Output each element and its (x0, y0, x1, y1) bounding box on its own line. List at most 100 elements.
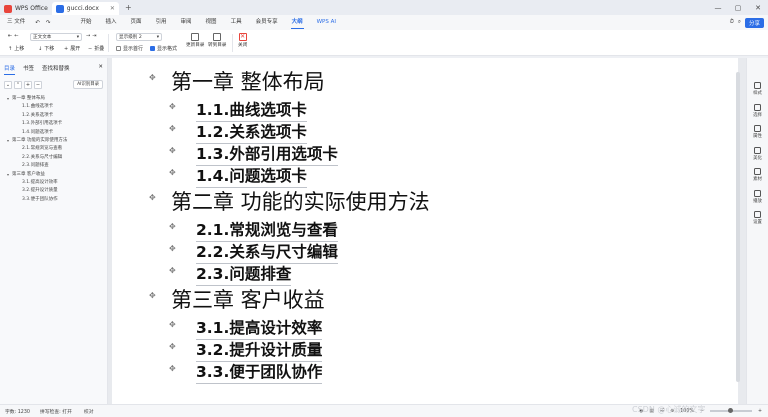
toc-item[interactable]: 第三章 客户收益 (0, 171, 107, 179)
right-sidebar-item[interactable]: 属性 (747, 123, 768, 145)
menu-insert[interactable]: 插入 (98, 15, 123, 30)
menu-view[interactable]: 视图 (199, 15, 224, 30)
heading-level-2[interactable]: 3.1.提高设计效率 (196, 316, 323, 340)
right-sidebar-item[interactable]: 样式 (747, 80, 768, 102)
outline-marker-icon[interactable]: ✥ (169, 124, 176, 133)
style-select[interactable]: 正文文本 ▾ (30, 33, 82, 41)
promote-icon[interactable]: ⇤ (8, 33, 12, 39)
document-page[interactable]: ✥ 第一章 整体布局 ✥ 1.1.曲线选项卡 ✥ 1.2.关系选项卡 ✥ 1.3.外部引用选项… (112, 58, 738, 404)
outline-marker-icon[interactable]: ✥ (149, 73, 156, 82)
new-tab-button[interactable]: + (125, 3, 132, 12)
undo-icon[interactable]: ↶ (32, 20, 43, 26)
right-sidebar-item[interactable]: 素材 (747, 166, 768, 188)
title-bar: WPS Office gucci.docx ✕ + — ▢ ✕ (0, 0, 768, 15)
menu-review[interactable]: 审阅 (174, 15, 199, 30)
proofread-status[interactable]: 校对 (84, 408, 94, 415)
tab-bookmarks[interactable]: 书签 (23, 64, 34, 72)
toc-item[interactable]: 1.4.问题选项卡 (0, 129, 107, 137)
spell-check-status[interactable]: 拼写检查: 打开 (40, 408, 72, 415)
outline-marker-icon[interactable]: ✥ (149, 291, 156, 300)
toc-item[interactable]: 第二章 功能的实际使用方法 (0, 137, 107, 145)
tab-document[interactable]: gucci.docx ✕ (51, 2, 119, 15)
toc-item[interactable]: 2.1.常规浏览与查看 (0, 145, 107, 153)
file-menu[interactable]: 三 文件 (0, 15, 32, 30)
menu-page[interactable]: 页面 (124, 15, 149, 30)
heading-level-2[interactable]: 1.3.外部引用选项卡 (196, 142, 338, 166)
outline-marker-icon[interactable]: ✥ (169, 266, 176, 275)
heading-level-2[interactable]: 1.2.关系选项卡 (196, 120, 307, 144)
toc-item[interactable]: 3.1.提高设计效率 (0, 179, 107, 187)
outline-marker-icon[interactable]: ✥ (169, 342, 176, 351)
move-down-button[interactable]: ↓ 下移 (38, 45, 54, 53)
outline-marker-icon[interactable]: ✥ (169, 364, 176, 373)
share-button[interactable]: 分享 (744, 17, 764, 28)
heading-level-1[interactable]: 第一章 整体布局 (171, 66, 325, 96)
toc-item[interactable]: 1.1.曲线选项卡 (0, 103, 107, 111)
menu-wps-ai[interactable]: WPS AI (310, 15, 343, 30)
close-window-button[interactable]: ✕ (748, 4, 768, 12)
minimize-button[interactable]: — (708, 4, 728, 12)
outline-marker-icon[interactable]: ✥ (169, 168, 176, 177)
close-outline-button[interactable]: ✕ 关闭 (238, 33, 247, 48)
update-toc-button[interactable]: 更新目录 (186, 33, 204, 48)
maximize-button[interactable]: ▢ (728, 4, 748, 12)
demote-icon[interactable]: ⇥ (92, 33, 96, 39)
word-count[interactable]: 字数: 1230 (5, 408, 30, 415)
remove-icon[interactable]: − (34, 80, 42, 89)
toc-item[interactable]: 3.2.提升设计质量 (0, 187, 107, 195)
collapse-all-icon[interactable]: ⌃ (14, 80, 22, 89)
show-level-select[interactable]: 显示级别 2 ▾ (116, 33, 162, 41)
toc-item[interactable]: 3.3.便于团队协作 (0, 196, 107, 204)
menu-tools[interactable]: 工具 (224, 15, 249, 30)
ai-detect-toc-button[interactable]: AI识别目录 (73, 80, 103, 89)
heading-level-1[interactable]: 第三章 客户收益 (171, 284, 325, 314)
heading-level-2[interactable]: 2.3.问题排查 (196, 262, 292, 286)
promote-one-icon[interactable]: ← (14, 33, 18, 39)
toc-item[interactable]: 2.3.问题排查 (0, 162, 107, 170)
move-up-button[interactable]: ↑ 上移 (8, 45, 24, 53)
menu-reference[interactable]: 引用 (149, 15, 174, 30)
outline-marker-icon[interactable]: ✥ (169, 222, 176, 231)
heading-level-2[interactable]: 2.1.常规浏览与查看 (196, 218, 338, 242)
right-sidebar-item[interactable]: 选择 (747, 102, 768, 124)
close-tab-icon[interactable]: ✕ (110, 5, 115, 12)
heading-level-2[interactable]: 1.1.曲线选项卡 (196, 98, 307, 122)
toc-item[interactable]: 2.2.关系与尺寸编辑 (0, 154, 107, 162)
close-pane-icon[interactable]: ✕ (98, 64, 103, 72)
heading-level-2[interactable]: 1.4.问题选项卡 (196, 164, 307, 188)
expand-button[interactable]: + 展开 (64, 45, 80, 53)
demote-one-icon[interactable]: → (86, 33, 90, 39)
heading-level-2[interactable]: 3.3.便于团队协作 (196, 360, 323, 384)
menu-outline[interactable]: 大纲 (285, 15, 310, 30)
heading-level-1[interactable]: 第二章 功能的实际使用方法 (171, 186, 430, 216)
show-first-line-checkbox[interactable]: 显示首行 (116, 45, 143, 52)
outline-marker-icon[interactable]: ✥ (169, 320, 176, 329)
right-sidebar-item[interactable]: 美化 (747, 145, 768, 167)
collapse-button[interactable]: − 折叠 (88, 45, 104, 53)
tab-wps-office[interactable]: WPS Office (0, 2, 52, 15)
toc-item[interactable]: 1.2.关系选项卡 (0, 112, 107, 120)
menu-start[interactable]: 开始 (73, 15, 98, 30)
right-sidebar-item[interactable]: 播放 (747, 188, 768, 210)
add-icon[interactable]: + (24, 80, 32, 89)
tab-toc[interactable]: 目录 (4, 64, 16, 75)
menu-member[interactable]: 会员专享 (249, 15, 285, 30)
show-format-checkbox[interactable]: 显示格式 (150, 45, 177, 52)
toc-item[interactable]: 第一章 整体布局 (0, 95, 107, 103)
outline-marker-icon[interactable]: ✥ (169, 146, 176, 155)
outline-marker-icon[interactable]: ✥ (169, 102, 176, 111)
heading-level-2[interactable]: 3.2.提升设计质量 (196, 338, 323, 362)
zoom-in-icon[interactable]: + (758, 409, 762, 414)
right-sidebar-item[interactable]: 设置 (747, 209, 768, 231)
zoom-slider[interactable] (709, 408, 752, 413)
vertical-scrollbar[interactable] (736, 72, 740, 382)
outline-marker-icon[interactable]: ✥ (149, 193, 156, 202)
redo-icon[interactable]: ↷ (43, 20, 54, 26)
expand-all-icon[interactable]: ⌄ (4, 80, 12, 89)
heading-level-2[interactable]: 2.2.关系与尺寸编辑 (196, 240, 338, 264)
toc-item[interactable]: 1.3.外部引用选项卡 (0, 120, 107, 128)
outline-marker-icon[interactable]: ✥ (169, 244, 176, 253)
goto-toc-button[interactable]: 转到目录 (208, 33, 226, 48)
tab-find-replace[interactable]: 查找和替换 (42, 64, 70, 72)
search-icon[interactable]: ⌕ (734, 19, 745, 26)
